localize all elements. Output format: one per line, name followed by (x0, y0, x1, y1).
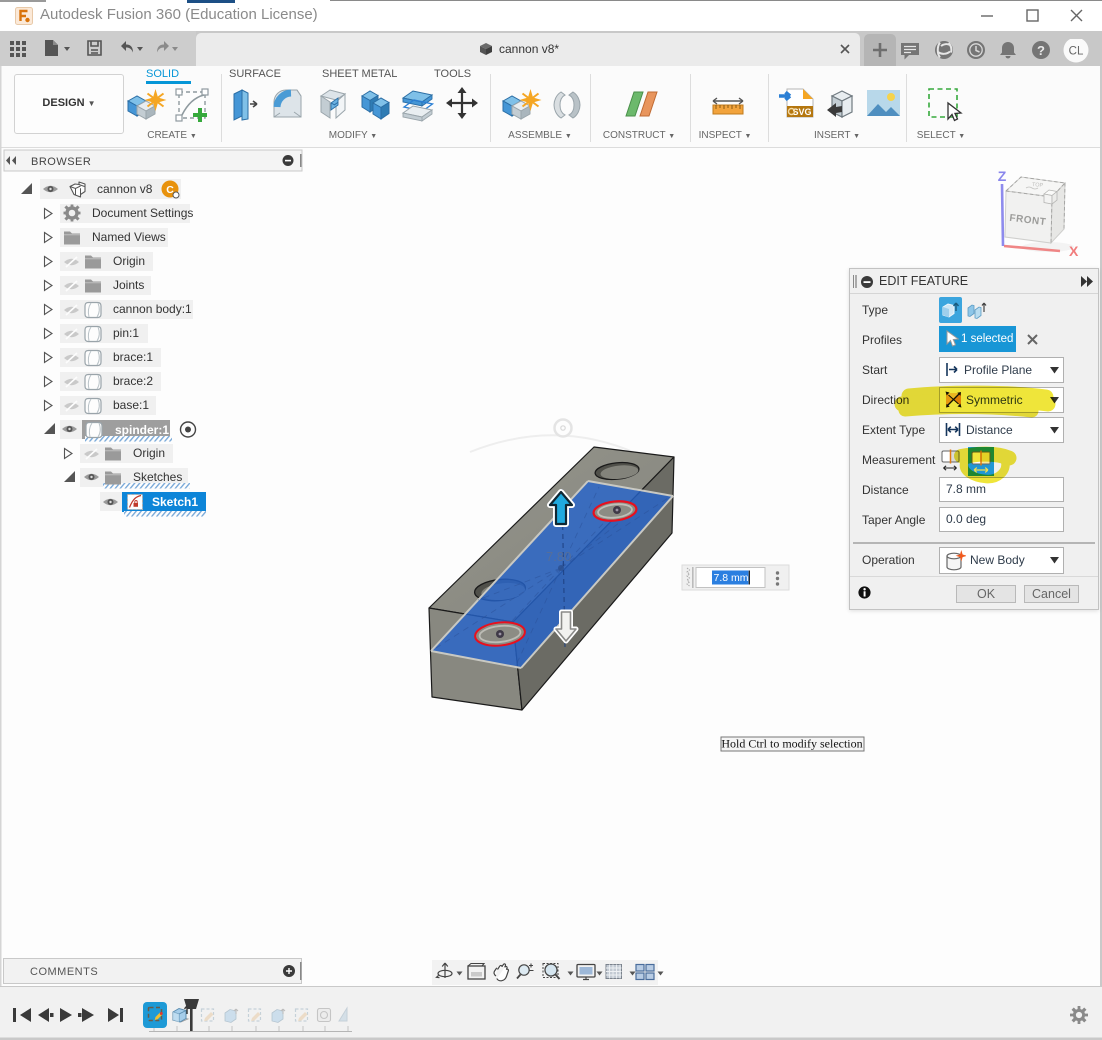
svg-text:Z: Z (998, 168, 1007, 184)
svg-text:Sketch1: Sketch1 (152, 495, 198, 509)
svg-text:X: X (1069, 243, 1079, 259)
svg-text:brace:1: brace:1 (113, 350, 153, 364)
svg-text:spinder:1: spinder:1 (115, 423, 169, 437)
svg-text:Named Views: Named Views (92, 230, 166, 244)
svg-text:brace:2: brace:2 (113, 374, 153, 388)
svg-text:7.80: 7.80 (546, 549, 571, 564)
svg-text:Sketches: Sketches (133, 470, 182, 484)
svg-text:pin:1: pin:1 (113, 326, 139, 340)
svg-text:cannon body:1: cannon body:1 (113, 302, 192, 316)
svg-text:COMMENTS: COMMENTS (30, 966, 98, 978)
svg-text:Hold Ctrl to modify selection: Hold Ctrl to modify selection (721, 737, 862, 751)
svg-text:BROWSER: BROWSER (31, 156, 91, 168)
svg-text:Document Settings: Document Settings (92, 206, 193, 220)
svg-text:Joints: Joints (113, 278, 144, 292)
svg-text:7.8 mm: 7.8 mm (714, 572, 749, 584)
svg-text:Origin: Origin (133, 446, 165, 460)
svg-text:Origin: Origin (113, 254, 145, 268)
svg-text:cannon v8: cannon v8 (97, 182, 153, 196)
svg-text:base:1: base:1 (113, 398, 149, 412)
